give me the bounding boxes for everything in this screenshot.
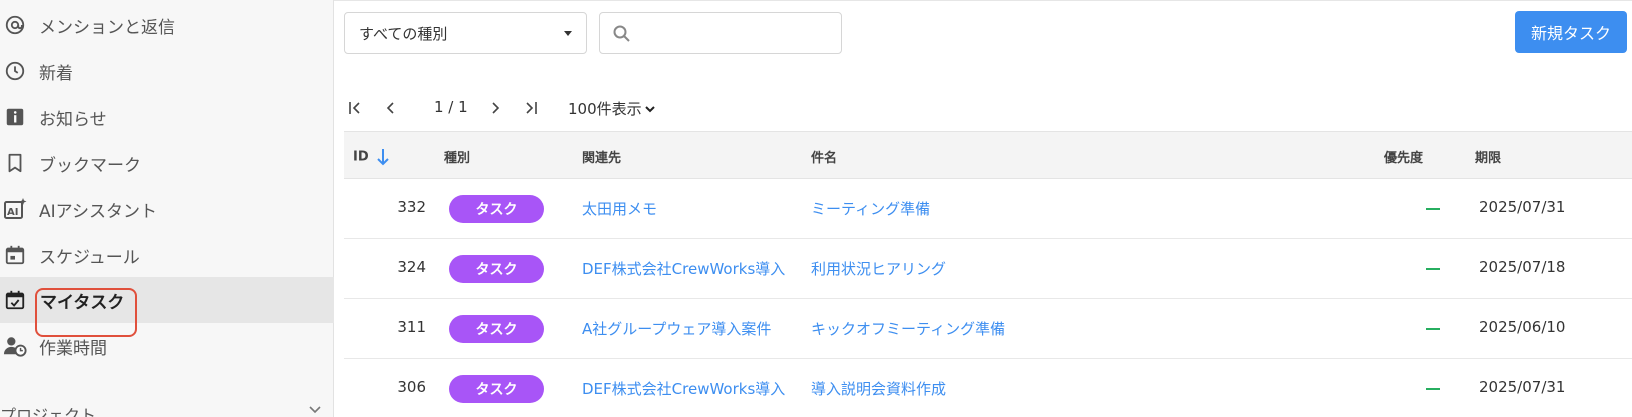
svg-text:AI: AI — [7, 207, 18, 218]
type-filter-value: すべての種別 — [359, 24, 448, 43]
table-row[interactable]: 311 タスク A社グループウェア導入案件 キックオフミーティング準備 2025… — [344, 299, 1632, 359]
last-page-button[interactable] — [520, 96, 542, 120]
column-header-type[interactable]: 種別 — [444, 147, 470, 166]
at-sign-icon — [3, 13, 27, 37]
column-header-label: ID — [353, 149, 369, 165]
cell-related-link[interactable]: 太田用メモ — [582, 198, 657, 219]
section-label: プロジェクト — [0, 406, 97, 417]
chevron-right-icon — [492, 102, 500, 114]
first-page-icon — [349, 102, 360, 114]
sidebar-item-label: お知らせ — [39, 109, 107, 130]
prev-page-button[interactable] — [380, 96, 402, 120]
sidebar-item-label: 作業時間 — [39, 338, 107, 359]
sidebar-item-my-tasks[interactable]: マイタスク — [0, 277, 334, 323]
chevron-down-icon — [307, 402, 323, 417]
priority-none-dash — [1426, 208, 1440, 210]
caret-down-icon — [564, 31, 572, 36]
cell-related-link[interactable]: DEF株式会社CrewWorks導入 — [582, 378, 785, 399]
cell-related-link[interactable]: A社グループウェア導入案件 — [582, 318, 771, 339]
sort-arrow-down-icon — [377, 149, 389, 166]
sidebar-item-new[interactable]: 新着 — [0, 48, 334, 94]
sidebar-item-work-hours[interactable]: 作業時間 — [0, 323, 334, 369]
search-icon — [612, 24, 632, 44]
column-header-related[interactable]: 関連先 — [582, 147, 621, 166]
table-row[interactable]: 324 タスク DEF株式会社CrewWorks導入 利用状況ヒアリング 202… — [344, 239, 1632, 299]
priority-none-dash — [1426, 328, 1440, 330]
sidebar: メンションと返信 新着 お知らせ ブックマーク AI AIアシスタント スケジュ… — [0, 0, 334, 417]
cell-due: 2025/07/18 — [1479, 258, 1566, 276]
clock-icon — [3, 59, 27, 83]
type-badge: タスク — [449, 375, 544, 403]
chevron-left-icon — [386, 102, 394, 114]
info-icon — [3, 105, 27, 129]
pagination: 1 / 1 100件表示 — [344, 96, 744, 120]
table-row[interactable]: 332 タスク 太田用メモ ミーティング準備 2025/07/31 — [344, 179, 1632, 239]
sidebar-item-label: マイタスク — [40, 292, 125, 313]
cell-id: 324 — [397, 258, 426, 276]
table-row[interactable]: 306 タスク DEF株式会社CrewWorks導入 導入説明会資料作成 202… — [344, 359, 1632, 417]
cell-subject-link[interactable]: 導入説明会資料作成 — [811, 378, 946, 399]
cell-id: 306 — [397, 378, 426, 396]
column-header-id[interactable]: ID — [353, 147, 391, 167]
sidebar-item-notices[interactable]: お知らせ — [0, 94, 334, 140]
cell-id: 332 — [397, 198, 426, 216]
cell-due: 2025/07/31 — [1479, 198, 1566, 216]
type-badge: タスク — [449, 315, 544, 343]
sidebar-item-label: ブックマーク — [39, 155, 141, 176]
cell-subject-link[interactable]: ミーティング準備 — [811, 198, 930, 219]
search-input[interactable] — [640, 21, 830, 45]
calendar-check-icon — [3, 288, 27, 312]
column-header-priority[interactable]: 優先度 — [1384, 147, 1423, 166]
ai-sparkle-icon: AI — [3, 197, 27, 221]
cell-due: 2025/07/31 — [1479, 378, 1566, 396]
new-task-button[interactable]: 新規タスク — [1515, 11, 1627, 53]
sidebar-item-label: メンションと返信 — [39, 17, 175, 38]
priority-none-dash — [1426, 388, 1440, 390]
cell-subject-link[interactable]: 利用状況ヒアリング — [811, 258, 946, 279]
type-badge: タスク — [449, 195, 544, 223]
sidebar-item-label: スケジュール — [39, 247, 140, 268]
type-badge: タスク — [449, 255, 544, 283]
section-projects[interactable]: プロジェクト — [0, 400, 334, 417]
next-page-button[interactable] — [484, 96, 506, 120]
sidebar-item-ai-assistant[interactable]: AI AIアシスタント — [0, 186, 334, 232]
user-clock-icon — [3, 334, 27, 358]
per-page-label: 100件表示 — [568, 100, 642, 118]
main-panel: すべての種別 新規タスク 1 / 1 100件表示 ID 種別 関連先 件名 優… — [334, 0, 1632, 417]
divider — [334, 0, 1632, 1]
app: メンションと返信 新着 お知らせ ブックマーク AI AIアシスタント スケジュ… — [0, 0, 1632, 417]
bookmark-icon — [3, 151, 27, 175]
type-filter-select[interactable]: すべての種別 — [344, 12, 587, 54]
chevron-down-icon — [644, 101, 656, 119]
column-header-subject[interactable]: 件名 — [811, 147, 837, 166]
column-header-due[interactable]: 期限 — [1475, 147, 1501, 166]
last-page-icon — [526, 102, 537, 114]
search-box[interactable] — [599, 12, 842, 54]
sidebar-item-label: 新着 — [39, 63, 73, 84]
cell-id: 311 — [397, 318, 426, 336]
cell-subject-link[interactable]: キックオフミーティング準備 — [811, 318, 1005, 339]
sidebar-item-mentions[interactable]: メンションと返信 — [0, 2, 334, 48]
sidebar-item-bookmarks[interactable]: ブックマーク — [0, 140, 334, 186]
cell-related-link[interactable]: DEF株式会社CrewWorks導入 — [582, 258, 785, 279]
sidebar-item-schedule[interactable]: スケジュール — [0, 232, 334, 278]
first-page-button[interactable] — [344, 96, 366, 120]
cell-due: 2025/06/10 — [1479, 318, 1566, 336]
per-page-select[interactable]: 100件表示 — [568, 98, 656, 119]
calendar-icon — [3, 243, 27, 267]
sidebar-item-label: AIアシスタント — [39, 201, 157, 222]
page-indicator: 1 / 1 — [434, 98, 468, 116]
priority-none-dash — [1426, 268, 1440, 270]
table-header: ID 種別 関連先 件名 優先度 期限 — [344, 131, 1632, 179]
